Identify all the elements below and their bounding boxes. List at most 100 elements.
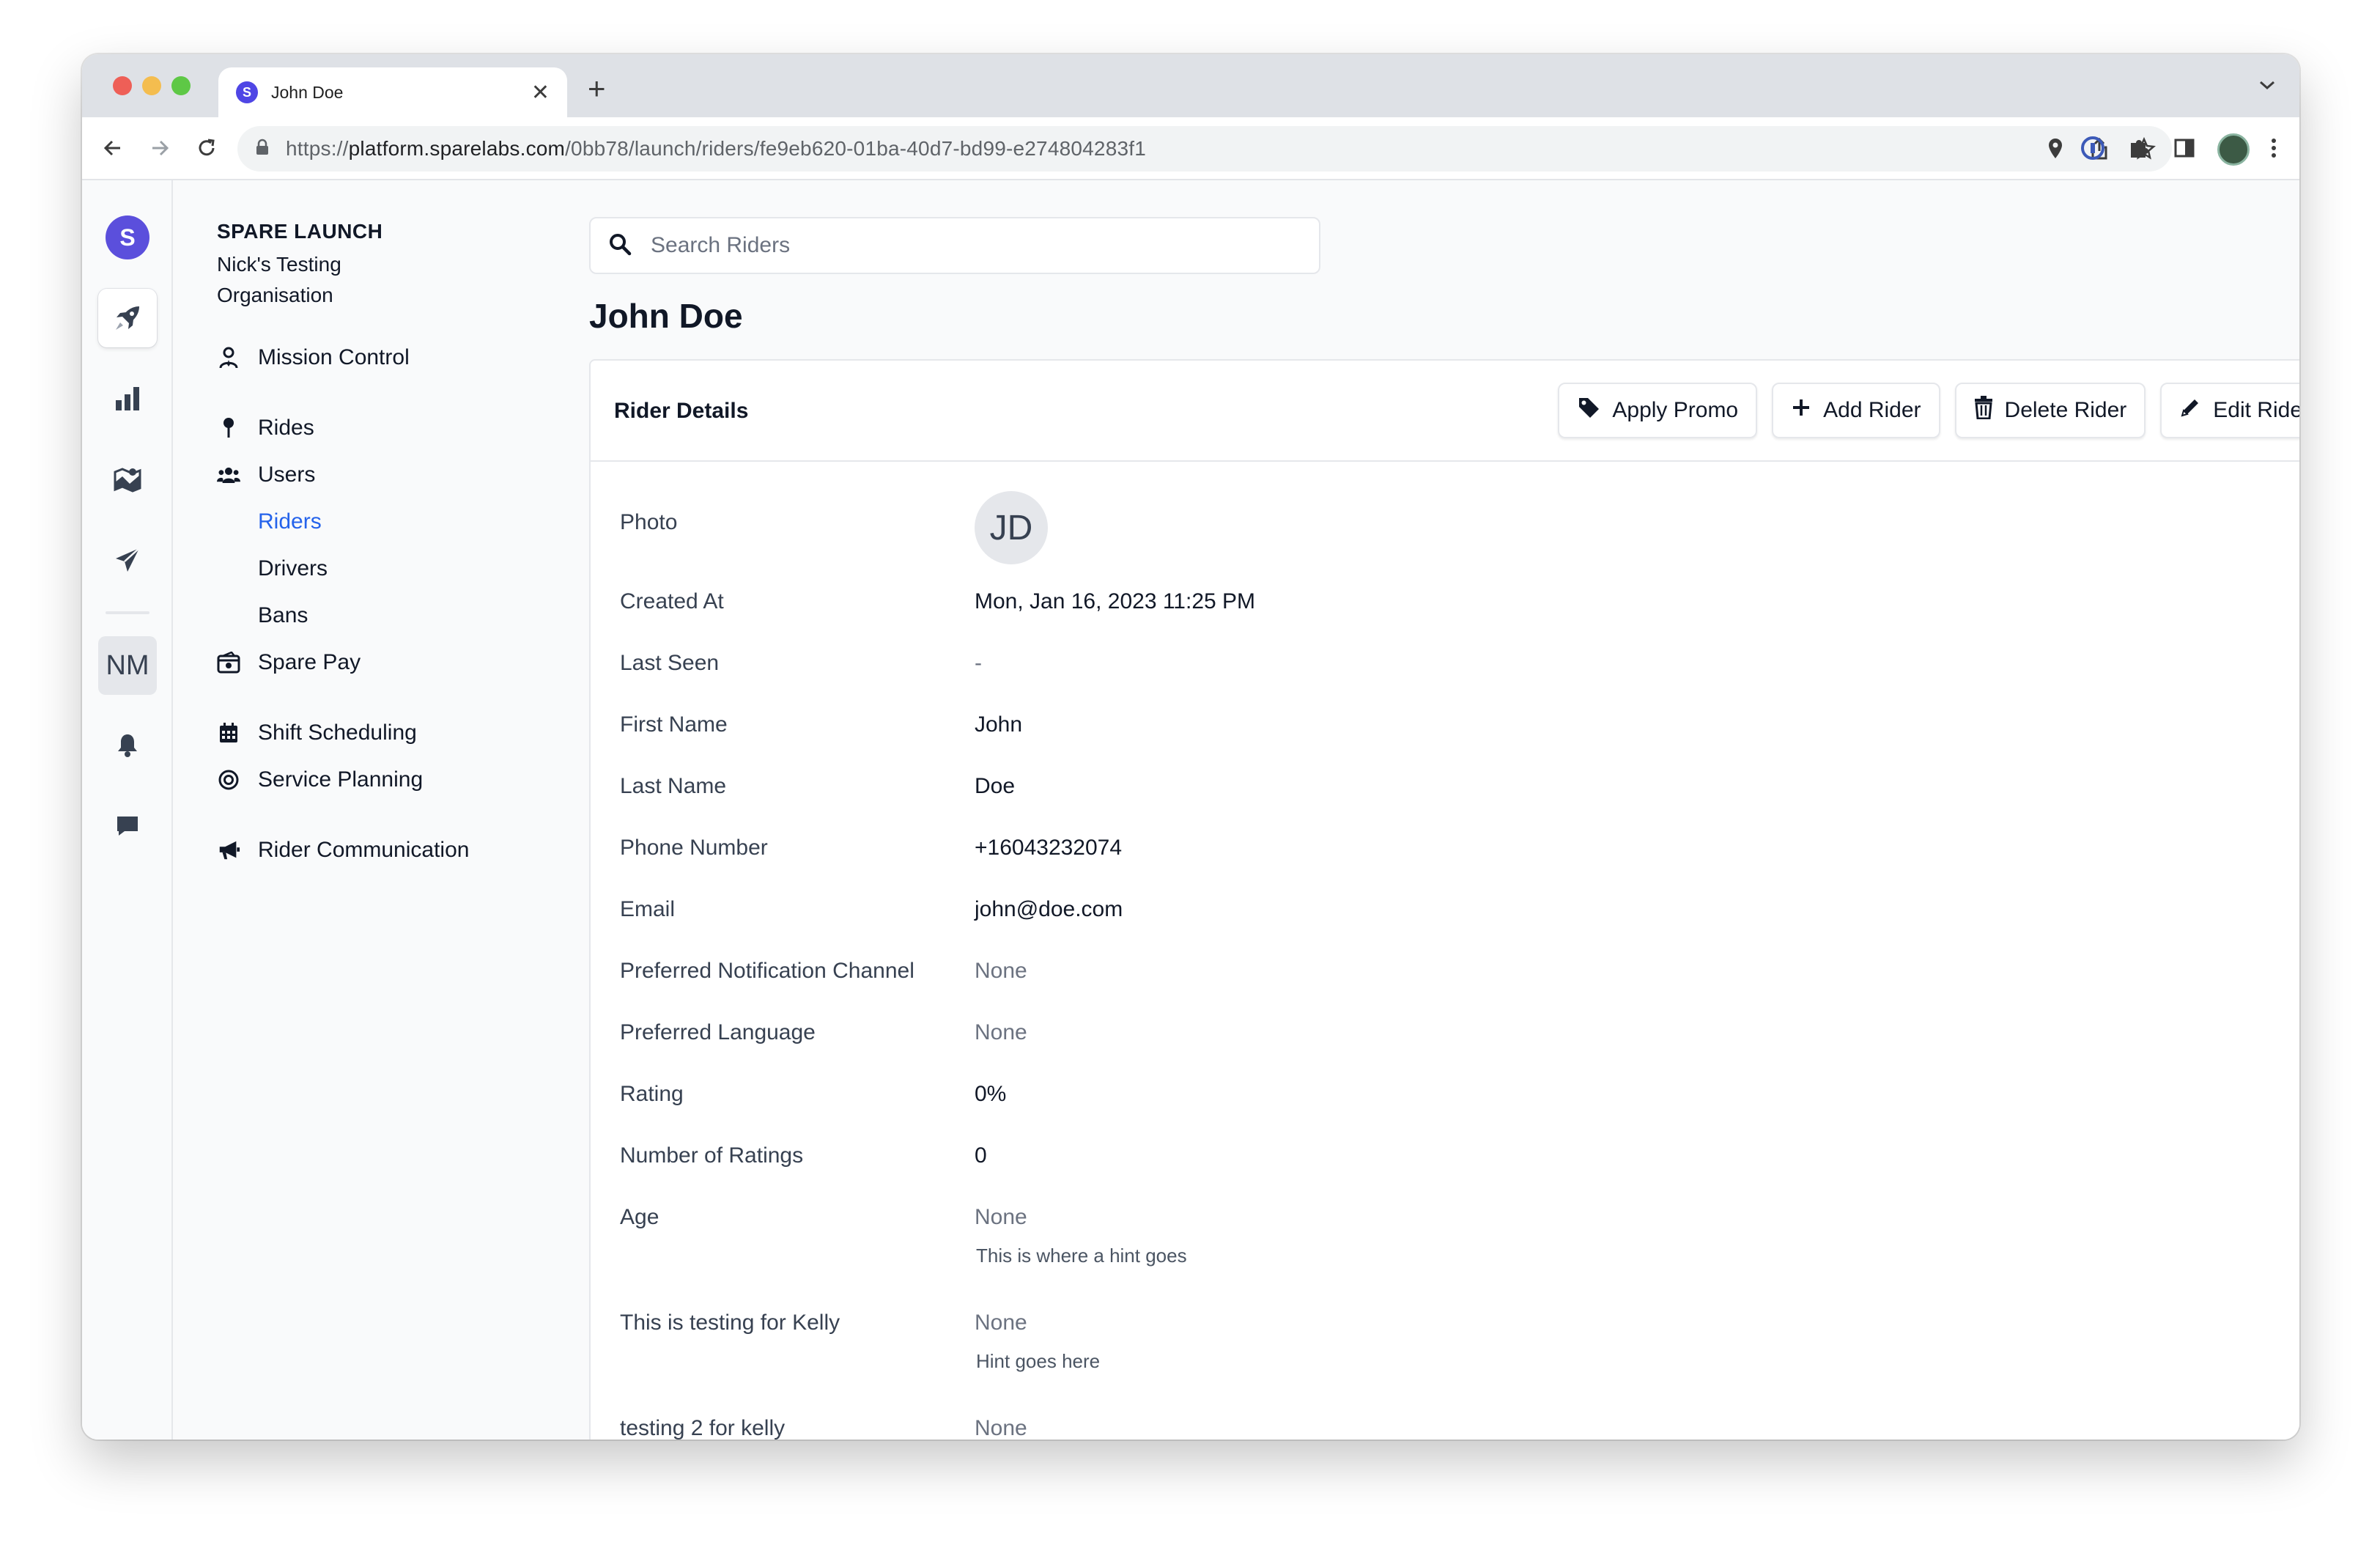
button-label: Apply Promo	[1612, 398, 1739, 422]
edit-rider-button[interactable]: Edit Rider	[2160, 383, 2299, 438]
app-root: S NM SPARE LAUNCH Nick's Testing Organis…	[82, 180, 2299, 1440]
tab-search-chevron-icon[interactable]	[2258, 79, 2276, 95]
search-icon	[608, 232, 632, 259]
chat-icon[interactable]	[98, 796, 157, 855]
search-input[interactable]	[651, 233, 1296, 258]
nav-label: Service Planning	[258, 767, 424, 792]
map-icon[interactable]	[98, 450, 157, 509]
rocket-icon[interactable]	[98, 289, 157, 347]
search-bar	[589, 217, 1320, 274]
reload-icon[interactable]	[192, 133, 221, 163]
nav-label: Rides	[258, 416, 314, 440]
field-value: Mon, Jan 16, 2023 11:25 PM	[975, 589, 1256, 613]
field-value: None	[975, 1311, 1027, 1335]
field-label: Phone Number	[620, 836, 768, 860]
field-value: -	[975, 651, 982, 675]
page-title: John Doe	[589, 297, 743, 335]
field-value: None	[975, 1020, 1027, 1044]
field-value: None	[975, 959, 1027, 983]
field-label: Last Name	[620, 774, 727, 798]
user-tie-icon	[217, 346, 240, 369]
pencil-icon	[2179, 397, 2201, 424]
add-rider-button[interactable]: Add Rider	[1772, 383, 1940, 438]
sidebar: SPARE LAUNCH Nick's Testing Organisation…	[173, 180, 507, 1440]
nav-service-planning[interactable]: Service Planning	[217, 762, 423, 797]
spare-logo[interactable]: S	[106, 215, 149, 259]
nav-riders[interactable]: Riders	[258, 504, 322, 539]
location-pin-icon[interactable]	[2044, 136, 2066, 165]
field-label: testing 2 for kelly	[620, 1416, 786, 1440]
field-value: None	[975, 1205, 1027, 1229]
card-actions: Apply Promo Add Rider Delete Rider Edit …	[1558, 383, 2299, 438]
field-label: Preferred Language	[620, 1020, 816, 1044]
browser-tab[interactable]: S John Doe ✕	[218, 67, 567, 117]
profile-avatar[interactable]	[2217, 133, 2250, 166]
close-window-button[interactable]	[113, 76, 132, 95]
field-label: Email	[620, 897, 676, 921]
field-value: 0	[975, 1143, 987, 1168]
nav-label: Shift Scheduling	[258, 720, 417, 745]
puzzle-extensions-icon[interactable]	[2126, 136, 2151, 164]
button-label: Delete Rider	[2004, 398, 2127, 422]
side-panel-icon[interactable]	[2172, 136, 2197, 164]
lock-icon[interactable]	[255, 139, 270, 160]
field-value: john@doe.com	[975, 897, 1123, 921]
nav-drivers[interactable]: Drivers	[258, 551, 328, 586]
bar-chart-icon[interactable]	[98, 369, 157, 428]
target-icon	[217, 768, 240, 792]
product-name: SPARE LAUNCH	[217, 220, 383, 243]
nav-bans[interactable]: Bans	[258, 598, 308, 633]
calendar-icon	[217, 721, 240, 745]
delete-rider-button[interactable]: Delete Rider	[1954, 383, 2146, 438]
field-label: Photo	[620, 510, 678, 534]
extensions-area	[2080, 133, 2277, 166]
icon-rail: S NM	[82, 180, 173, 1440]
field-label: Last Seen	[620, 651, 720, 675]
zoom-window-button[interactable]	[171, 76, 191, 95]
field-value: John	[975, 712, 1023, 737]
browser-titlebar: S John Doe ✕ +	[82, 54, 2299, 117]
megaphone-icon	[217, 838, 240, 862]
nav-rides[interactable]: Rides	[217, 410, 314, 446]
nav-mission-control[interactable]: Mission Control	[217, 340, 410, 375]
close-tab-icon[interactable]: ✕	[531, 80, 550, 106]
field-label: First Name	[620, 712, 728, 737]
nav-label: Users	[258, 462, 316, 487]
address-bar[interactable]: https://platform.sparelabs.com/0bb78/lau…	[237, 126, 2172, 172]
field-value: 0%	[975, 1082, 1007, 1106]
wallet-icon	[217, 651, 240, 674]
map-pin-icon	[217, 416, 240, 440]
button-label: Add Rider	[1823, 398, 1921, 422]
browser-menu-icon[interactable]	[2270, 136, 2277, 164]
main-content: John Doe Rider Details Apply Promo	[507, 180, 2299, 1440]
users-icon	[217, 463, 240, 487]
field-value: +16043232074	[975, 836, 1123, 860]
field-label: Created At	[620, 589, 724, 613]
field-label: Number of Ratings	[620, 1143, 804, 1168]
nav-users[interactable]: Users	[217, 457, 315, 493]
rider-details-card: Rider Details Apply Promo Add Rider Dele…	[589, 359, 2299, 1440]
tag-icon	[1577, 396, 1600, 425]
nav-spare-pay[interactable]: Spare Pay	[217, 645, 361, 680]
forward-icon[interactable]	[145, 133, 174, 163]
field-value: Doe	[975, 774, 1016, 798]
minimize-window-button[interactable]	[142, 76, 161, 95]
browser-toolbar: https://platform.sparelabs.com/0bb78/lau…	[82, 117, 2299, 180]
nav-rider-communication[interactable]: Rider Communication	[217, 833, 469, 868]
nav-shift-scheduling[interactable]: Shift Scheduling	[217, 715, 417, 751]
nav-label: Spare Pay	[258, 650, 361, 674]
plus-icon	[1791, 397, 1811, 424]
password-manager-extension-icon[interactable]	[2080, 135, 2106, 165]
new-tab-button[interactable]: +	[588, 73, 606, 104]
field-label: This is testing for Kelly	[620, 1311, 840, 1335]
apply-promo-button[interactable]: Apply Promo	[1558, 383, 1758, 438]
user-initials-avatar[interactable]: NM	[98, 636, 157, 695]
paper-plane-icon[interactable]	[98, 531, 157, 589]
bell-icon[interactable]	[98, 715, 157, 774]
rider-avatar: JD	[975, 491, 1048, 564]
field-label: Age	[620, 1205, 659, 1229]
button-label: Edit Rider	[2213, 398, 2299, 422]
back-icon[interactable]	[98, 133, 128, 163]
field-hint: This is where a hint goes	[976, 1245, 1187, 1267]
rail-divider	[106, 611, 149, 614]
